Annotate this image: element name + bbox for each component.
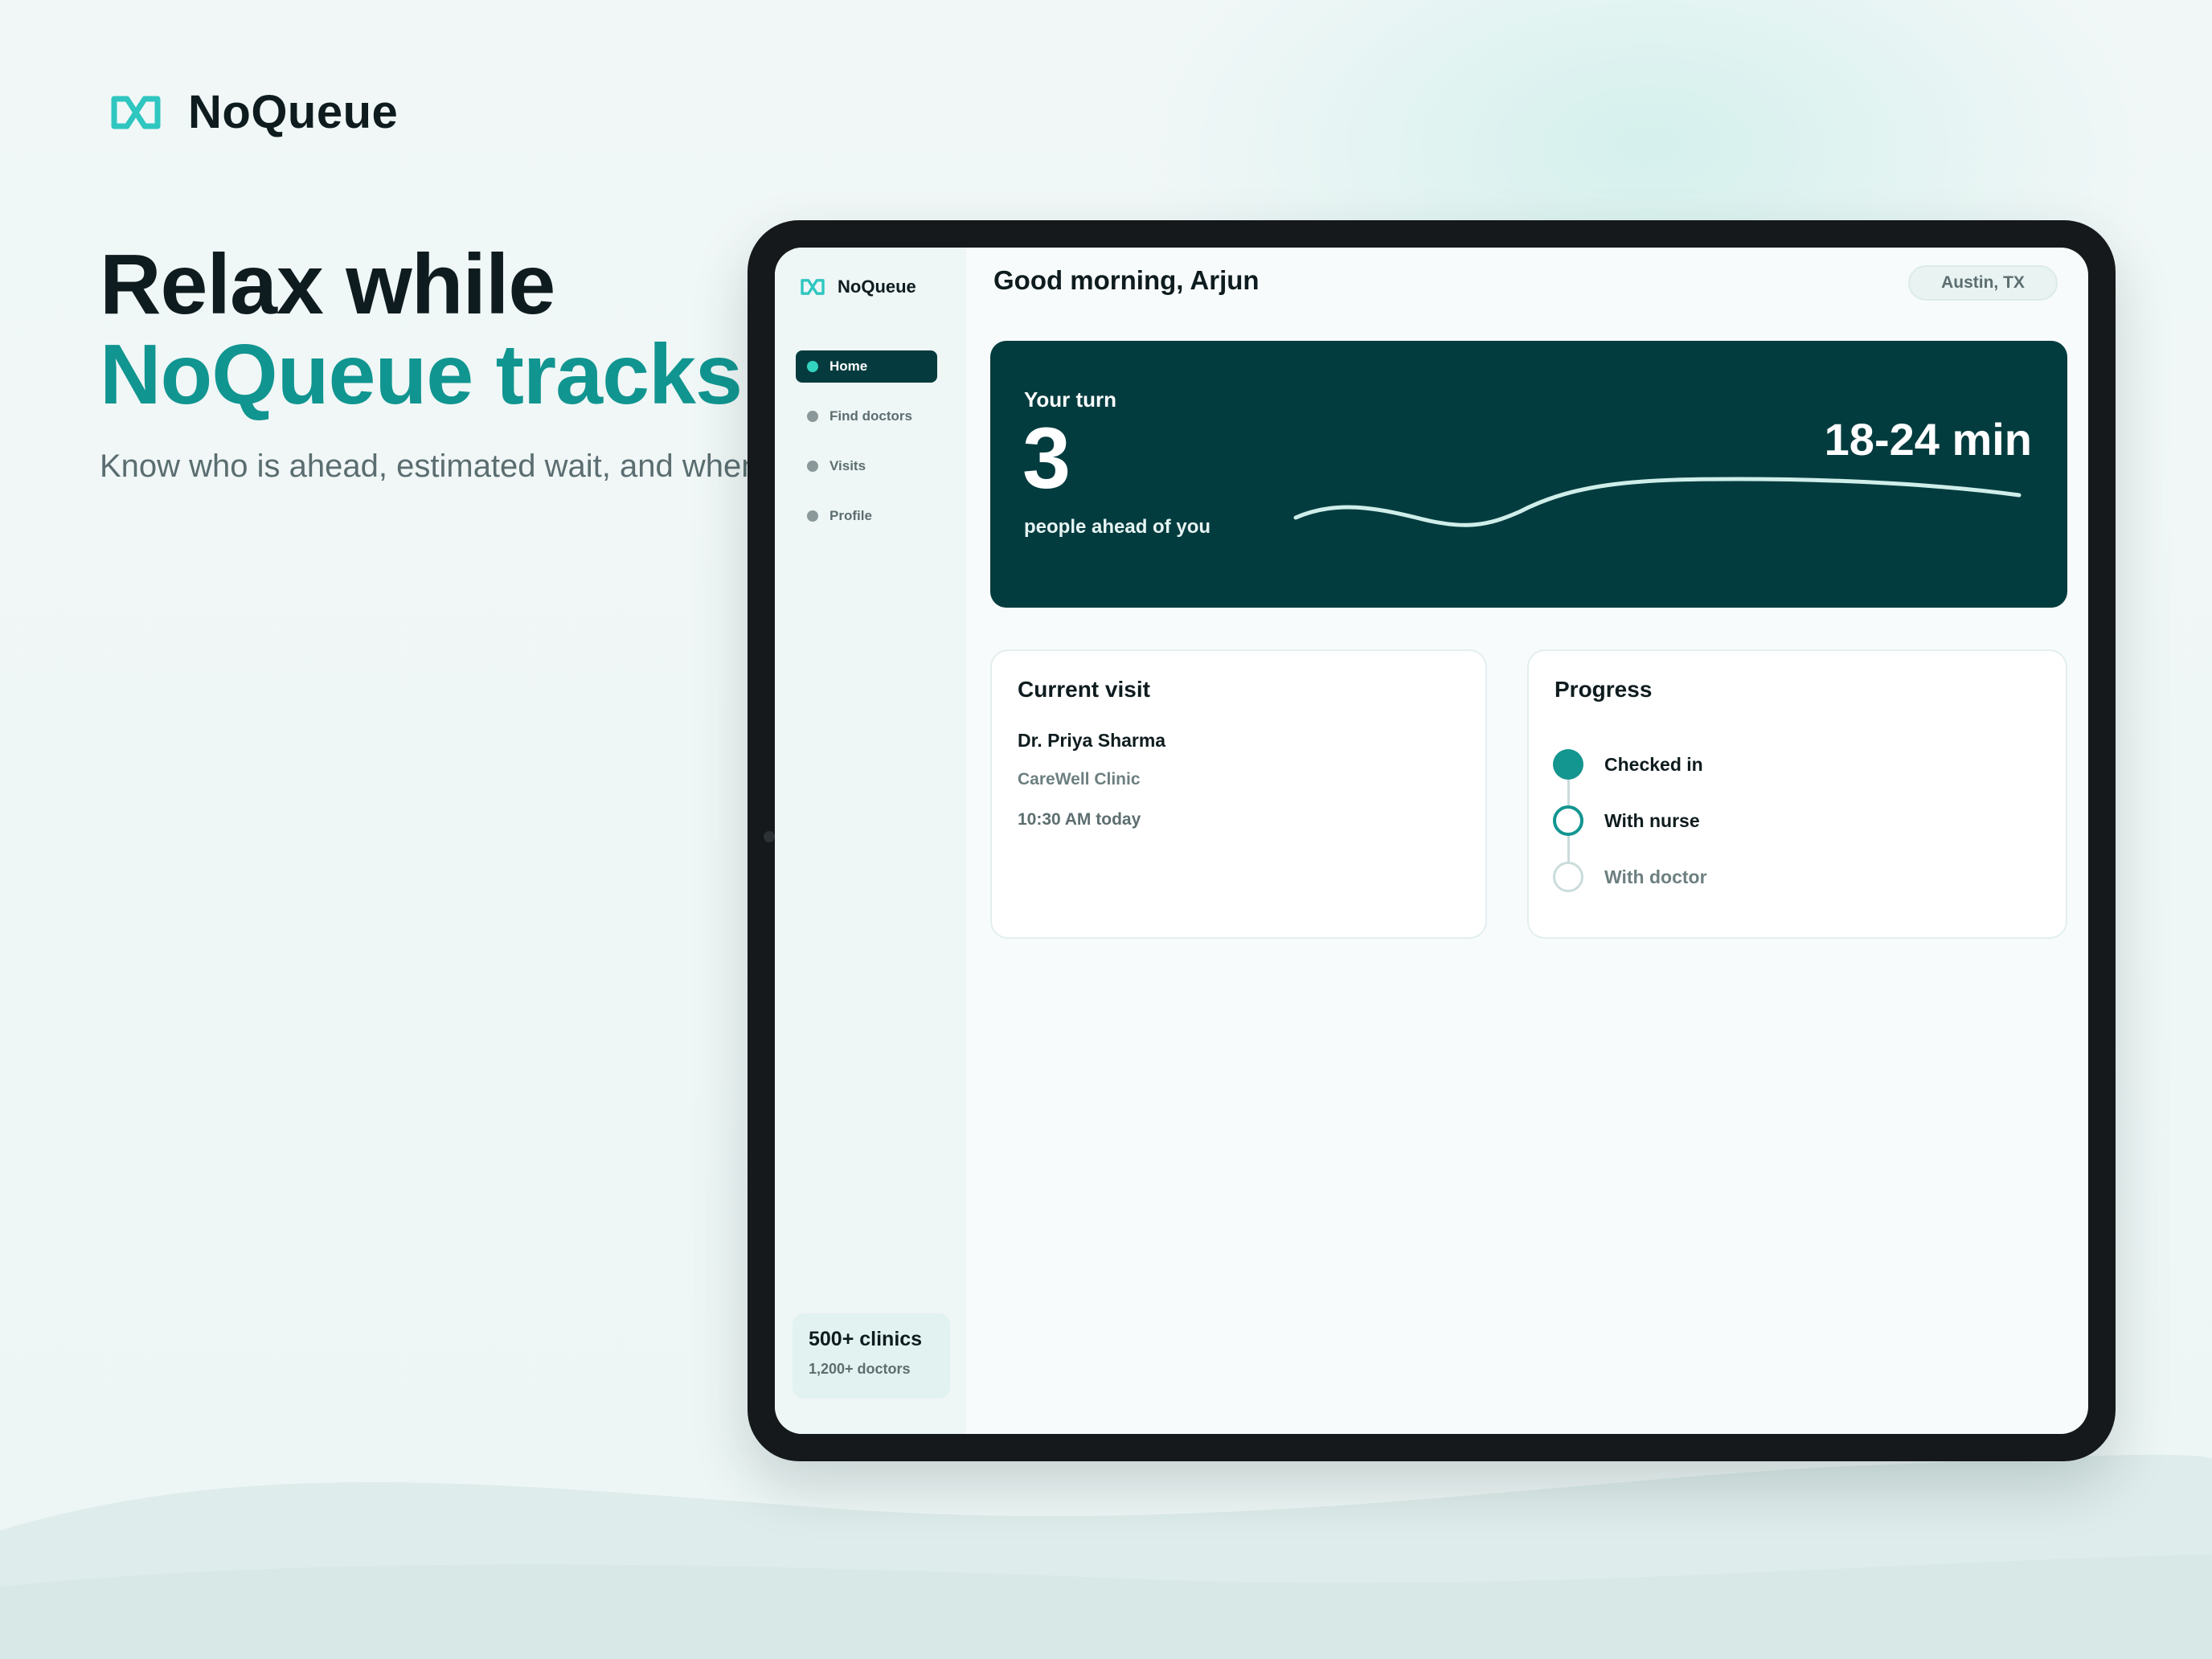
clinic-name: CareWell Clinic [1018,770,1141,789]
sidebar-item-home[interactable]: Home [796,350,937,383]
progress-step-with-doctor: With doctor [1553,849,1707,905]
brand-header: NoQueue [108,85,398,139]
sidebar-item-label: Profile [830,508,872,523]
sidebar-brand-name: NoQueue [838,276,916,297]
progress-step-with-nurse: With nurse [1553,793,1707,849]
progress-card: Progress Checked in With nurse With doct… [1527,649,2067,939]
step-label: With nurse [1604,809,1700,831]
people-ahead-label: people ahead of you [1024,516,1211,538]
infinity-logo-icon [801,279,825,295]
sidebar-item-visits[interactable]: Visits [796,450,937,482]
sidebar-item-find-doctors[interactable]: Find doctors [796,400,937,432]
estimated-wait: 18-24 min [1824,414,2032,465]
current-visit-title: Current visit [1018,677,1150,702]
greeting: Good morning, Arjun [993,265,1260,295]
dot-icon [807,461,818,472]
sidebar-item-label: Visits [830,458,866,473]
tablet-device: NoQueue Home Find doctors Visits Profile… [748,220,2116,1461]
progress-steps: Checked in With nurse With doctor [1553,736,1707,905]
sidebar: NoQueue Home Find doctors Visits Profile… [775,248,966,1434]
sidebar-nav: Home Find doctors Visits Profile [796,350,937,550]
location-badge[interactable]: Austin, TX [1908,265,2058,301]
doctor-name: Dr. Priya Sharma [1018,730,1166,751]
people-ahead-count: 3 [1022,409,1071,506]
sidebar-item-profile[interactable]: Profile [796,500,937,532]
progress-connector [1567,780,1570,805]
visit-time: 10:30 AM today [1018,810,1141,829]
dot-icon [807,361,818,372]
sidebar-brand[interactable]: NoQueue [799,276,916,297]
app-screen: NoQueue Home Find doctors Visits Profile… [775,248,2088,1434]
current-visit-card[interactable]: Current visit Dr. Priya Sharma CareWell … [990,649,1487,939]
hero-title-line2: NoQueue tracks. [100,327,759,422]
dot-icon [807,510,818,522]
camera-icon [764,831,775,842]
step-pending-icon [1553,862,1583,892]
sidebar-item-label: Find doctors [830,408,912,424]
progress-title: Progress [1555,677,1653,702]
hero-title-line1: Relax while [100,240,555,332]
dot-icon [807,411,818,422]
progress-step-checked-in: Checked in [1553,736,1707,793]
sidebar-item-label: Home [830,358,868,374]
infinity-logo-icon [111,96,161,129]
hero-subtitle: Know who is ahead, estimated wait, and w… [100,449,759,484]
brand-name: NoQueue [188,86,399,138]
turn-card: Your turn 3 people ahead of you 18-24 mi… [990,341,2067,608]
step-complete-icon [1553,749,1583,780]
doctors-count: 1,200+ doctors [809,1361,911,1377]
step-label: Checked in [1604,753,1703,775]
hero: Relax while NoQueue tracks. Know who is … [100,240,759,485]
step-label: With doctor [1604,866,1707,887]
progress-connector [1567,836,1570,862]
step-current-icon [1553,805,1583,836]
stats-card: 500+ clinics 1,200+ doctors [793,1313,950,1399]
clinics-count: 500+ clinics [809,1328,923,1350]
wait-trend-line [1293,477,2022,527]
